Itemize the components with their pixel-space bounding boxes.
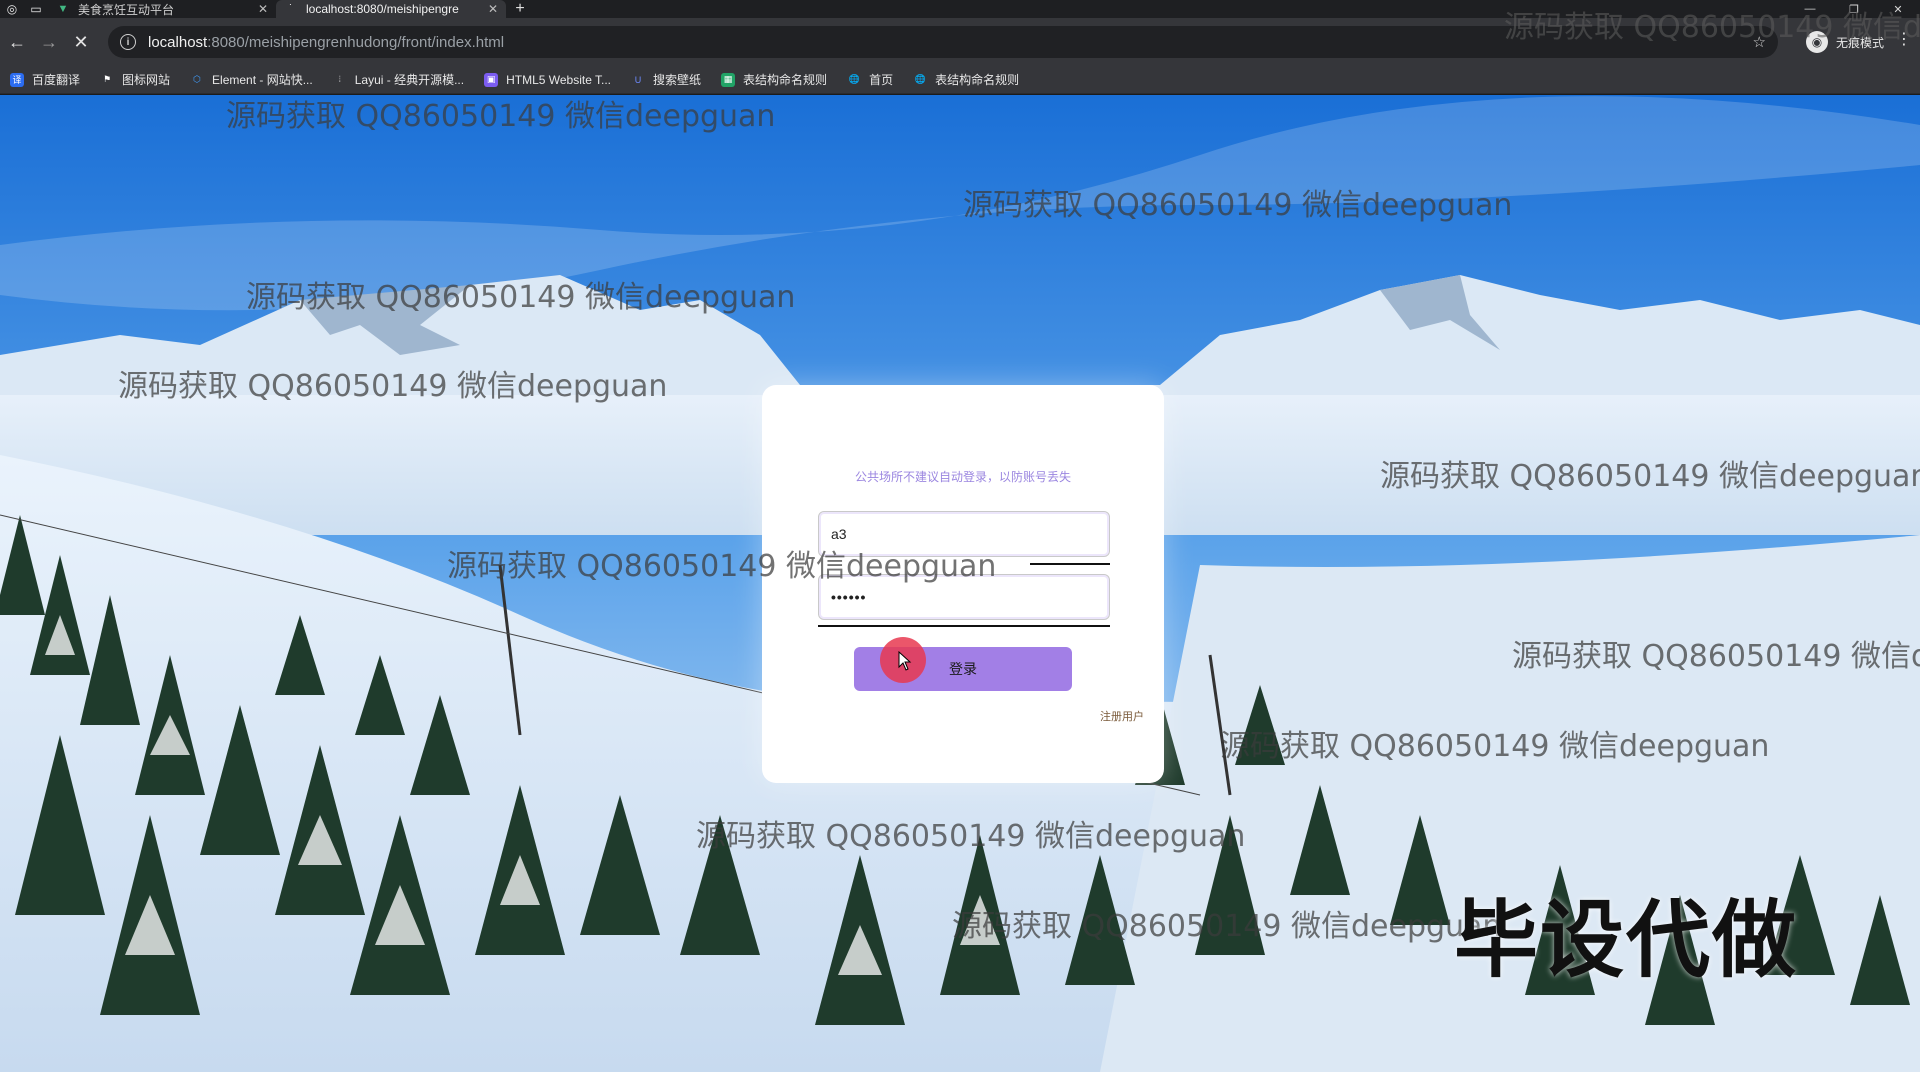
tab-title: localhost:8080/meishipengre xyxy=(306,2,459,16)
register-link[interactable]: 注册用户 xyxy=(1100,708,1144,724)
watermark: 源码获取 QQ86050149 微信deepguan xyxy=(696,819,1246,854)
address-host: localhost xyxy=(148,33,208,51)
bookmark-item[interactable]: 🌐 首页 xyxy=(847,71,893,88)
close-icon[interactable]: ✕ xyxy=(488,2,498,16)
vue-icon: ▼ xyxy=(57,3,69,15)
watermark: 源码获取 QQ86050149 微信deepguan xyxy=(118,369,668,404)
element-icon: ⬡ xyxy=(193,74,201,84)
bookmark-label: HTML5 Website T... xyxy=(506,72,612,87)
bookmark-label: Layui - 经典开源模... xyxy=(354,73,465,87)
bookmark-item[interactable]: ⚑ 图标网站 xyxy=(100,71,170,88)
watermark: 源码获取 QQ86050149 微信deepguan xyxy=(963,188,1513,223)
page-viewport: 公共场所不建议自动登录，以防账号丢失 a3 自动登录 •••••• 登录 注册用… xyxy=(0,95,1920,1072)
watermark: 源码获取 QQ86050149 微信d xyxy=(1512,639,1920,674)
bookmark-item[interactable]: ⬡ Element - 网站快... xyxy=(190,71,313,88)
watermark: 源码获取 QQ86050149 微信de xyxy=(1504,10,1920,45)
loading-icon: ˙ xyxy=(289,3,293,15)
divider xyxy=(1030,563,1110,565)
bookmark-label: 百度翻译 xyxy=(32,73,81,87)
forward-icon[interactable]: → xyxy=(34,27,64,57)
watermark: 源码获取 QQ86050149 微信deepguan xyxy=(1220,729,1770,764)
bookmark-item[interactable]: 译百度翻译 xyxy=(10,71,80,88)
divider xyxy=(818,625,1110,627)
sheet-icon: ▦ xyxy=(721,72,736,87)
bookmarks-bar: 译百度翻译 ⚑ 图标网站 ⬡ Element - 网站快... ⦙ Layui - 经… xyxy=(0,66,1920,94)
translate-icon: 译 xyxy=(10,72,24,87)
stop-loading-icon[interactable]: ✕ xyxy=(66,27,96,57)
tab-title: 美食烹饪互动平台 xyxy=(78,2,175,17)
site-info-icon[interactable]: i xyxy=(120,34,136,50)
watermark: 源码获取 QQ86050149 微信deepguan xyxy=(1380,459,1920,494)
bookmark-label: Element - 网站快... xyxy=(212,73,313,87)
watermark: 源码获取 QQ86050149 微信deepguan xyxy=(226,99,776,134)
bookmark-item[interactable]: ⦙ Layui - 经典开源模... xyxy=(333,71,464,88)
browser-menu-icon[interactable]: ◎ xyxy=(0,0,24,18)
bookmark-item[interactable]: 🌐 表结构命名规则 xyxy=(913,71,1019,88)
watermark: 源码获取 QQ86050149 微信deepguan xyxy=(246,280,796,315)
tab-localhost[interactable]: ˙ localhost:8080/meishipengre ✕ xyxy=(276,0,506,18)
globe-icon: 🌐 xyxy=(914,74,926,84)
watermark: 源码获取 QQ86050149 微信deepguan xyxy=(447,549,997,584)
bookmark-label: 表结构命名规则 xyxy=(743,73,828,87)
watermark: 源码获取 QQ86050149 微信deepguan xyxy=(952,909,1502,944)
layui-icon: ⦙ xyxy=(338,74,341,84)
tab-search-icon[interactable]: ▭ xyxy=(24,0,48,18)
tab-meishi[interactable]: ▼ 美食烹饪互动平台 ✕ xyxy=(48,0,276,18)
address-path: :8080/meishipengrenhudong/front/index.ht… xyxy=(207,33,505,51)
bookmark-item[interactable]: U 搜索壁纸 xyxy=(631,71,701,88)
back-icon[interactable]: ← xyxy=(2,27,32,57)
globe-icon: 🌐 xyxy=(848,74,860,84)
bookmark-label: 表结构命名规则 xyxy=(935,73,1020,87)
html5-icon: ▣ xyxy=(484,72,499,87)
bookmark-label: 首页 xyxy=(869,73,894,87)
mouse-cursor-icon xyxy=(898,651,912,671)
close-icon[interactable]: ✕ xyxy=(258,2,268,16)
bookmark-item[interactable]: ▣ HTML5 Website T... xyxy=(484,72,612,87)
auto-login-notice: 公共场所不建议自动登录，以防账号丢失 xyxy=(854,470,1071,484)
bookmark-label: 搜索壁纸 xyxy=(653,73,702,87)
flag-icon: ⚑ xyxy=(102,74,112,84)
bookmark-label: 图标网站 xyxy=(122,73,171,87)
bookmark-item[interactable]: ▦ 表结构命名规则 xyxy=(721,71,827,88)
wallpaper-icon: U xyxy=(634,74,642,85)
new-tab-button[interactable]: + xyxy=(506,0,534,18)
promo-stamp: 毕设代做 xyxy=(1454,891,1799,989)
